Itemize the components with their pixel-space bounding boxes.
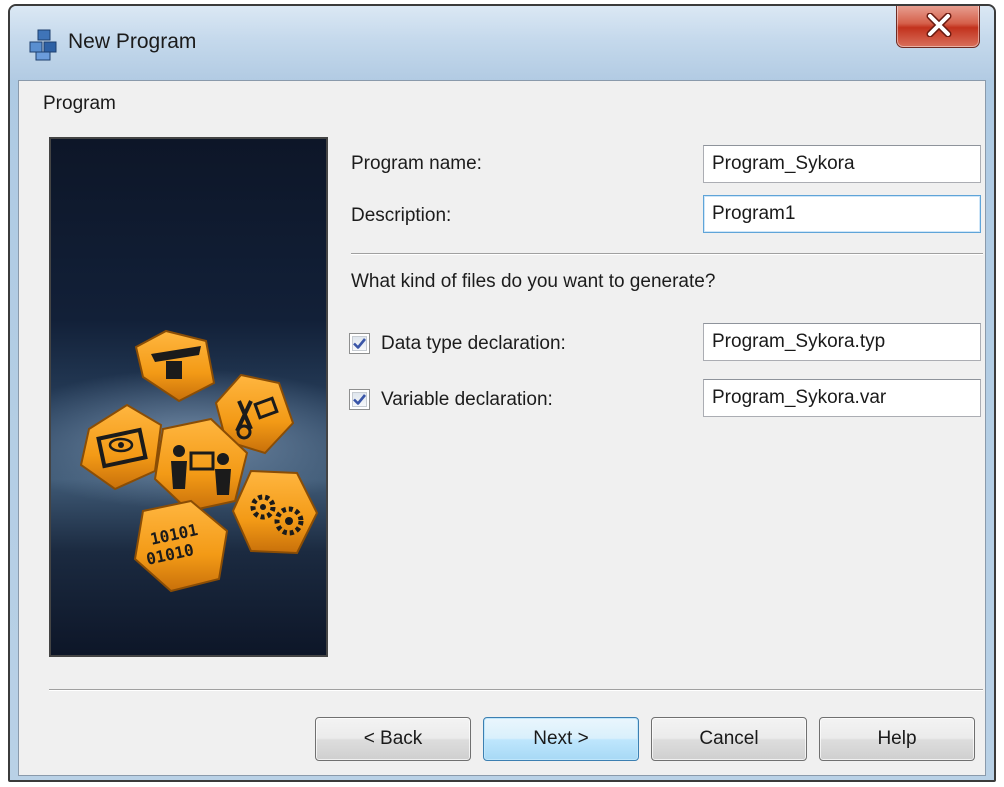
data-type-file-field[interactable]: Program_Sykora.typ <box>703 323 981 361</box>
dialog-body: Program 10101 01010 Program name: Progra… <box>18 80 986 776</box>
variable-checkbox[interactable] <box>349 389 370 410</box>
description-label: Description: <box>351 205 452 226</box>
variable-file-field[interactable]: Program_Sykora.var <box>703 379 981 417</box>
back-button[interactable]: < Back <box>315 717 471 761</box>
program-name-label: Program name: <box>351 153 482 174</box>
wizard-banner-image: 10101 01010 <box>49 137 328 657</box>
title-bar[interactable]: New Program <box>10 6 994 80</box>
file-generation-question: What kind of files do you want to genera… <box>351 271 716 292</box>
close-icon <box>926 13 952 37</box>
next-button[interactable]: Next > <box>483 717 639 761</box>
checkmark-icon <box>353 338 367 349</box>
data-type-label: Data type declaration: <box>381 333 566 354</box>
section-title: Program <box>43 93 116 114</box>
help-button[interactable]: Help <box>819 717 975 761</box>
close-button[interactable] <box>896 6 980 48</box>
bottom-separator <box>49 689 983 691</box>
description-field[interactable]: Program1 <box>703 195 981 233</box>
dialog-window: New Program Program 10101 01010 Program … <box>8 4 996 782</box>
window-title: New Program <box>68 30 197 53</box>
cancel-button[interactable]: Cancel <box>651 717 807 761</box>
program-name-field[interactable]: Program_Sykora <box>703 145 981 183</box>
checkmark-icon <box>353 394 367 405</box>
data-type-checkbox[interactable] <box>349 333 370 354</box>
separator <box>351 253 983 255</box>
app-icon <box>29 29 57 61</box>
variable-label: Variable declaration: <box>381 389 553 410</box>
binary-hex-icon: 10101 01010 <box>133 499 229 593</box>
